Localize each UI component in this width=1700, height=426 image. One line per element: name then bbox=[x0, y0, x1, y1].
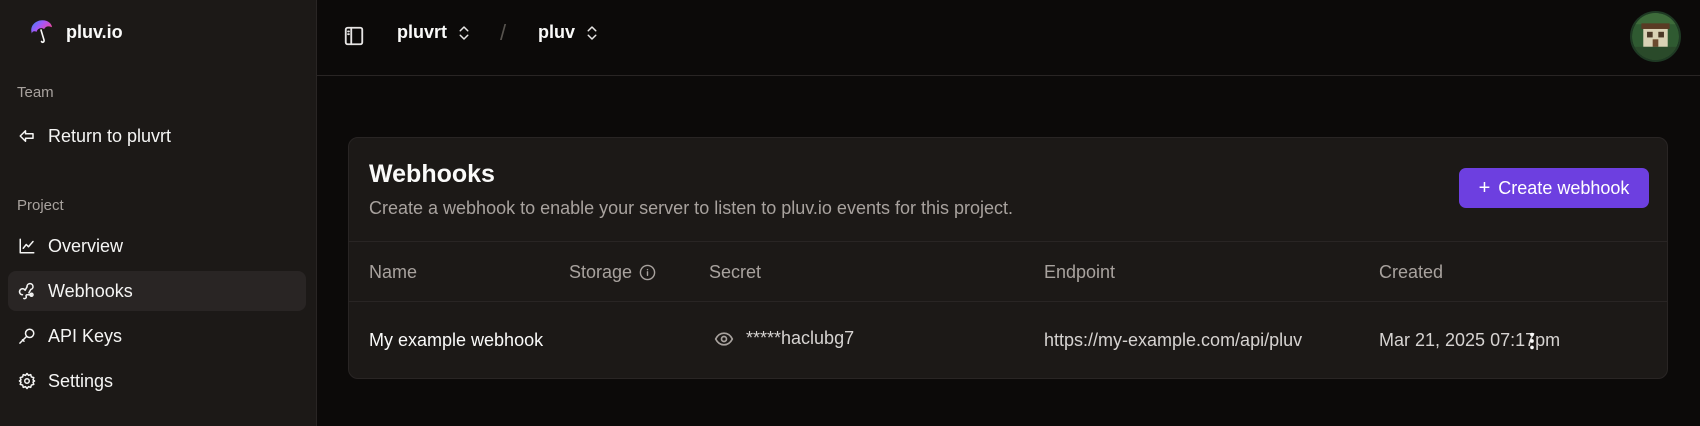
project-switcher[interactable]: pluv bbox=[538, 22, 601, 43]
brand-name: pluv.io bbox=[66, 21, 123, 42]
arrow-left-icon bbox=[18, 127, 36, 145]
column-header-endpoint: Endpoint bbox=[1044, 262, 1115, 283]
brand[interactable]: pluv.io bbox=[26, 16, 123, 48]
webhook-secret: *****haclubg7 bbox=[714, 328, 854, 349]
create-webhook-label: Create webhook bbox=[1498, 177, 1630, 198]
chevrons-up-down-icon bbox=[587, 25, 597, 40]
column-header-label: Created bbox=[1379, 262, 1444, 282]
column-header-name: Name bbox=[369, 262, 417, 283]
chevrons-up-down-icon bbox=[459, 25, 469, 40]
more-vertical-icon[interactable] bbox=[1521, 330, 1543, 352]
project-switcher-label: pluv bbox=[538, 22, 576, 42]
sidebar-item-label: API Keys bbox=[48, 325, 123, 346]
webhooks-card: Webhooks Create a webhook to enable your… bbox=[348, 137, 1668, 379]
column-header-label: Secret bbox=[709, 262, 762, 282]
sidebar-item-label: Overview bbox=[48, 235, 124, 256]
sidebar-item-label: Webhooks bbox=[48, 280, 133, 301]
column-header-secret: Secret bbox=[709, 262, 761, 283]
team-switcher-label: pluvrt bbox=[397, 22, 448, 42]
top-bar: pluvrt / pluv bbox=[317, 0, 1700, 76]
column-header-label: Endpoint bbox=[1044, 262, 1116, 282]
webhook-endpoint: https://my-example.com/api/pluv bbox=[1044, 330, 1303, 350]
sidebar: pluv.io Team Return to pluvrt Project Ov… bbox=[0, 0, 317, 426]
column-header-label: Storage bbox=[569, 262, 633, 282]
return-to-team-link[interactable]: Return to pluvrt bbox=[8, 116, 306, 156]
key-icon bbox=[18, 327, 36, 345]
table-row: My example webhook *****haclubg7 https:/… bbox=[349, 302, 1667, 378]
webhook-name: My example webhook bbox=[369, 330, 544, 350]
user-avatar[interactable] bbox=[1630, 11, 1681, 62]
webhook-secret-value: *****haclubg7 bbox=[746, 328, 855, 348]
breadcrumb-separator: / bbox=[500, 20, 507, 45]
create-webhook-button[interactable]: + Create webhook bbox=[1459, 168, 1649, 208]
line-chart-icon bbox=[18, 237, 36, 255]
column-header-storage: Storage bbox=[569, 262, 656, 283]
umbrella-logo-icon bbox=[31, 20, 52, 44]
team-section-label: Team bbox=[17, 84, 54, 101]
table-header: Name Storage Secret Endpoint Created bbox=[349, 241, 1667, 302]
sidebar-toggle-icon[interactable] bbox=[343, 25, 365, 47]
sidebar-item-settings[interactable]: Settings bbox=[8, 361, 306, 401]
webhook-icon bbox=[18, 282, 36, 300]
eye-icon[interactable] bbox=[714, 329, 734, 349]
page-title: Webhooks bbox=[369, 160, 495, 188]
sidebar-item-label: Settings bbox=[48, 370, 114, 391]
sidebar-item-api-keys[interactable]: API Keys bbox=[8, 316, 306, 356]
return-to-team-label: Return to pluvrt bbox=[48, 125, 172, 146]
plus-icon: + bbox=[1478, 177, 1491, 199]
gear-icon bbox=[18, 372, 36, 390]
page-description: Create a webhook to enable your server t… bbox=[369, 198, 1014, 218]
project-section-label: Project bbox=[17, 197, 64, 214]
team-switcher[interactable]: pluvrt bbox=[397, 22, 473, 43]
column-header-label: Name bbox=[369, 262, 418, 282]
sidebar-item-webhooks[interactable]: Webhooks bbox=[8, 271, 306, 311]
column-header-created: Created bbox=[1379, 262, 1443, 283]
info-icon[interactable] bbox=[639, 264, 656, 281]
sidebar-item-overview[interactable]: Overview bbox=[8, 226, 306, 266]
